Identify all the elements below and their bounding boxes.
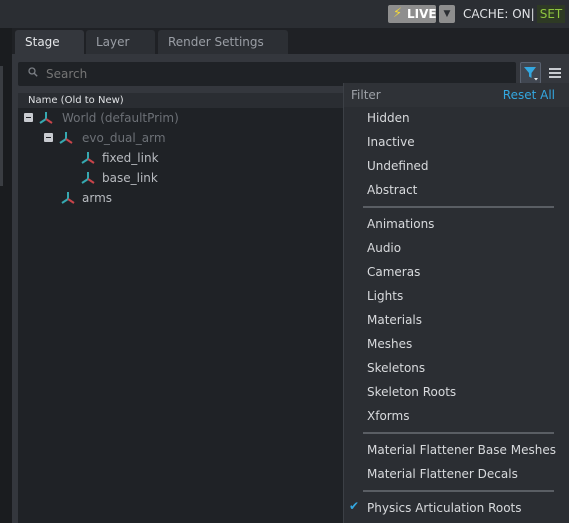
tree-item-label: evo_dual_arm bbox=[82, 131, 166, 145]
filter-item-meshes[interactable]: Meshes bbox=[367, 335, 412, 353]
menu-separator bbox=[363, 490, 554, 492]
filter-item-skeletons[interactable]: Skeletons bbox=[367, 359, 425, 377]
search-icon bbox=[28, 67, 38, 77]
filter-dropdown: Filter Reset All Hidden Inactive Undefin… bbox=[344, 83, 569, 523]
tab-render-settings[interactable]: Render Settings bbox=[158, 30, 288, 54]
tab-bar: Stage Layer Render Settings bbox=[12, 28, 569, 54]
filter-item-hidden[interactable]: Hidden bbox=[367, 109, 410, 127]
reset-all-link[interactable]: Reset All bbox=[503, 88, 555, 102]
tab-layer[interactable]: Layer bbox=[86, 30, 155, 54]
filter-item-materials[interactable]: Materials bbox=[367, 311, 422, 329]
dock-marker bbox=[0, 66, 3, 186]
tree-row-fixed-link[interactable]: fixed_link bbox=[18, 149, 348, 167]
filter-item-material-flattener-base-meshes[interactable]: Material Flattener Base Meshes bbox=[367, 441, 556, 459]
tree-row-evo-dual-arm[interactable]: evo_dual_arm bbox=[18, 129, 348, 147]
filter-item-abstract[interactable]: Abstract bbox=[367, 181, 417, 199]
tree-item-label: base_link bbox=[102, 171, 158, 185]
tree-item-label: arms bbox=[82, 191, 113, 205]
filter-item-physics-articulation-roots[interactable]: Physics Articulation Roots bbox=[367, 499, 522, 517]
filter-header: Filter Reset All bbox=[344, 83, 569, 107]
filter-item-animations[interactable]: Animations bbox=[367, 215, 434, 233]
live-dropdown-button[interactable]: ▼ bbox=[439, 5, 455, 23]
top-toolbar: ⚡ LIVE ▼ CACHE: ON| SET bbox=[0, 0, 569, 28]
tree-row-arms[interactable]: arms bbox=[18, 189, 348, 207]
tab-stage[interactable]: Stage bbox=[15, 30, 84, 54]
tree-header-label: Name (Old to New) bbox=[28, 95, 124, 106]
filter-item-audio[interactable]: Audio bbox=[367, 239, 401, 257]
search-input[interactable] bbox=[46, 65, 506, 83]
xform-icon bbox=[81, 172, 95, 184]
live-button[interactable]: ⚡ LIVE bbox=[388, 5, 437, 23]
set-button[interactable]: SET bbox=[537, 5, 565, 23]
xform-icon bbox=[81, 152, 95, 164]
filter-item-xforms[interactable]: Xforms bbox=[367, 407, 409, 425]
menu-separator bbox=[363, 206, 554, 208]
hamburger-menu-icon bbox=[549, 68, 561, 78]
filter-title: Filter bbox=[351, 88, 381, 102]
filter-item-material-flattener-decals[interactable]: Material Flattener Decals bbox=[367, 465, 518, 483]
left-dock-strip bbox=[0, 28, 12, 523]
tree-column-header[interactable]: Name (Old to New) bbox=[18, 93, 348, 108]
xform-icon bbox=[61, 192, 75, 204]
tree-item-label: fixed_link bbox=[102, 151, 159, 165]
filter-item-inactive[interactable]: Inactive bbox=[367, 133, 415, 151]
xform-icon bbox=[59, 132, 73, 144]
filter-item-lights[interactable]: Lights bbox=[367, 287, 403, 305]
tree-item-label: World (defaultPrim) bbox=[62, 111, 179, 125]
filter-item-cameras[interactable]: Cameras bbox=[367, 263, 420, 281]
live-label: LIVE bbox=[407, 7, 437, 21]
tree-row-world[interactable]: World (defaultPrim) bbox=[18, 109, 348, 127]
xform-icon bbox=[39, 112, 53, 124]
menu-separator bbox=[363, 432, 554, 434]
lightning-bolt-icon: ⚡ bbox=[393, 6, 403, 21]
collapse-icon[interactable] bbox=[24, 113, 33, 122]
filter-item-undefined[interactable]: Undefined bbox=[367, 157, 429, 175]
cache-status: CACHE: ON| bbox=[463, 7, 535, 21]
checkmark-icon: ✔ bbox=[349, 499, 360, 513]
filter-item-skeleton-roots[interactable]: Skeleton Roots bbox=[367, 383, 456, 401]
collapse-icon[interactable] bbox=[44, 133, 53, 142]
chevron-down-icon: ▼ bbox=[443, 9, 451, 19]
filter-button[interactable] bbox=[520, 62, 541, 84]
filter-funnel-icon bbox=[524, 67, 538, 81]
options-menu-button[interactable] bbox=[545, 62, 565, 84]
stage-tree: Name (Old to New) World (defaultPrim) ev… bbox=[18, 93, 348, 523]
tree-row-base-link[interactable]: base_link bbox=[18, 169, 348, 187]
